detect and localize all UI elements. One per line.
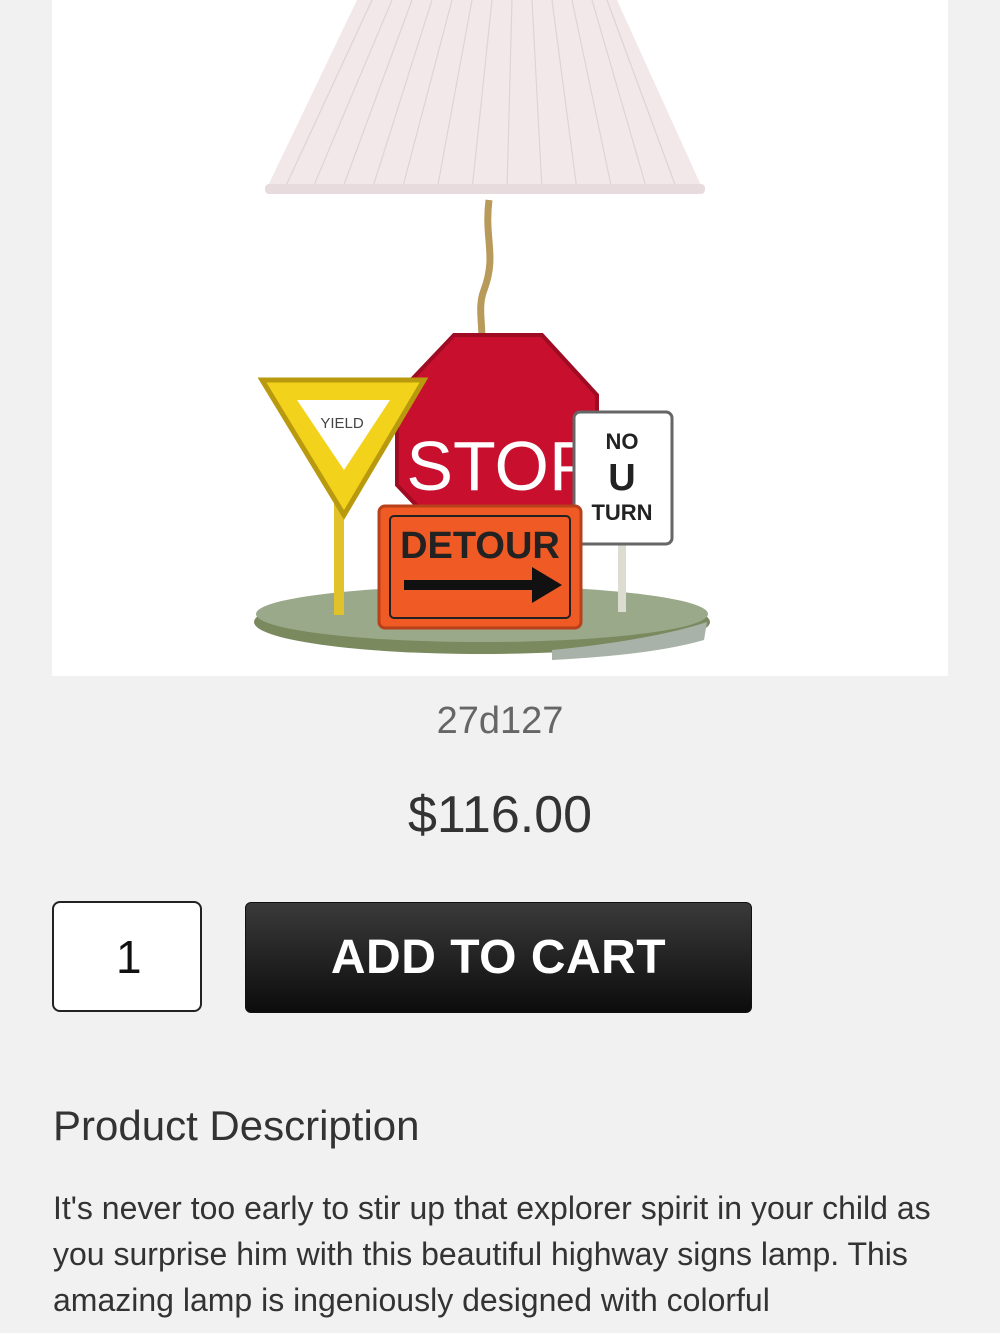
product-description-heading: Product Description (53, 1102, 420, 1149)
svg-text:YIELD: YIELD (320, 415, 364, 432)
svg-text:STOP: STOP (406, 427, 595, 505)
add-to-cart-button[interactable]: ADD TO CART (245, 902, 752, 1013)
lamp-stem (477, 199, 494, 341)
product-price: $116.00 (407, 786, 593, 844)
product-image[interactable]: STOP YIELD NO U TURN DETOUR (52, 0, 948, 676)
svg-text:NO: NO (606, 429, 639, 454)
product-description-text: It's never too early to stir up that exp… (53, 1190, 931, 1318)
svg-text:U: U (608, 457, 635, 499)
lamp-shade (265, 0, 704, 192)
svg-text:TURN: TURN (591, 500, 652, 525)
product-sku: 27d127 (436, 700, 564, 742)
quantity-input[interactable] (52, 901, 202, 1012)
highway-signs-lamp-image: STOP YIELD NO U TURN DETOUR (254, 0, 710, 660)
svg-text:DETOUR: DETOUR (400, 525, 560, 567)
